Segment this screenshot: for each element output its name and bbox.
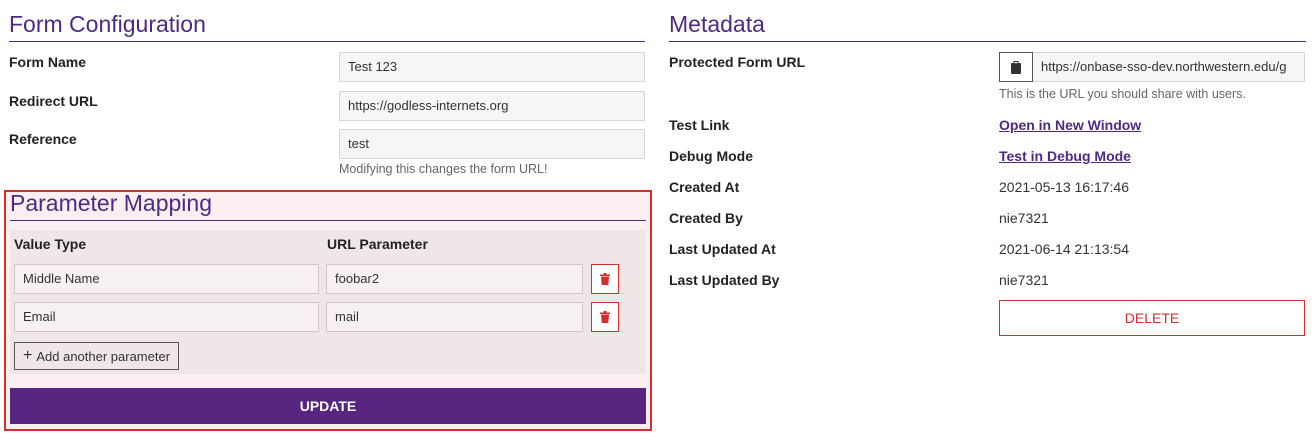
parameter-mapping-title: Parameter Mapping	[10, 192, 646, 221]
value-type-header: Value Type	[14, 236, 87, 252]
created-at-label: Created At	[669, 179, 740, 195]
form-configuration-section: Form Configuration Form Name Test 123 Re…	[9, 0, 645, 176]
protected-form-url-label: Protected Form URL	[669, 54, 806, 70]
delete-button[interactable]: DELETE	[999, 300, 1305, 336]
trash-icon	[600, 311, 610, 323]
reference-label: Reference	[9, 131, 77, 147]
form-configuration-title: Form Configuration	[9, 0, 645, 42]
created-by-label: Created By	[669, 210, 743, 226]
plus-icon: +	[23, 347, 33, 364]
form-name-label: Form Name	[9, 54, 87, 70]
created-at-value: 2021-05-13 16:17:46	[999, 179, 1129, 195]
value-type-select[interactable]: Email	[14, 302, 319, 332]
protected-url-help: This is the URL you should share with us…	[999, 87, 1246, 101]
metadata-section: Metadata Protected Form URL https://onba…	[669, 0, 1306, 336]
trash-icon	[600, 273, 610, 285]
url-parameter-input[interactable]: foobar2	[326, 264, 583, 294]
created-by-value: nie7321	[999, 210, 1049, 226]
update-button[interactable]: UPDATE	[10, 388, 646, 424]
add-parameter-label: Add another parameter	[36, 348, 171, 364]
open-new-window-link[interactable]: Open in New Window	[999, 117, 1141, 133]
last-updated-at-value: 2021-06-14 21:13:54	[999, 241, 1129, 257]
last-updated-at-label: Last Updated At	[669, 241, 776, 257]
parameter-mapping-section: Parameter Mapping Value Type URL Paramet…	[4, 190, 652, 431]
copy-url-button[interactable]	[999, 52, 1033, 82]
debug-mode-label: Debug Mode	[669, 148, 753, 164]
protected-url-group: https://onbase-sso-dev.northwestern.edu/…	[999, 52, 1305, 82]
url-parameter-input[interactable]: mail	[326, 302, 583, 332]
add-parameter-button[interactable]: + Add another parameter	[14, 342, 180, 370]
delete-parameter-button[interactable]	[591, 302, 619, 332]
redirect-url-input[interactable]: https://godless-internets.org	[339, 91, 645, 121]
url-parameter-header: URL Parameter	[327, 236, 428, 252]
parameter-mapping-table: Value Type URL Parameter Middle Name foo…	[10, 230, 646, 374]
delete-parameter-button[interactable]	[591, 264, 619, 294]
protected-url-input[interactable]: https://onbase-sso-dev.northwestern.edu/…	[1033, 52, 1305, 82]
clipboard-icon	[1011, 60, 1021, 74]
last-updated-by-label: Last Updated By	[669, 272, 780, 288]
last-updated-by-value: nie7321	[999, 272, 1049, 288]
value-type-select[interactable]: Middle Name	[14, 264, 319, 294]
reference-help-text: Modifying this changes the form URL!	[339, 162, 548, 176]
reference-input[interactable]: test	[339, 129, 645, 159]
form-name-input[interactable]: Test 123	[339, 52, 645, 82]
redirect-url-label: Redirect URL	[9, 93, 98, 109]
test-link-label: Test Link	[669, 117, 730, 133]
metadata-title: Metadata	[669, 0, 1306, 42]
debug-mode-link[interactable]: Test in Debug Mode	[999, 148, 1131, 164]
